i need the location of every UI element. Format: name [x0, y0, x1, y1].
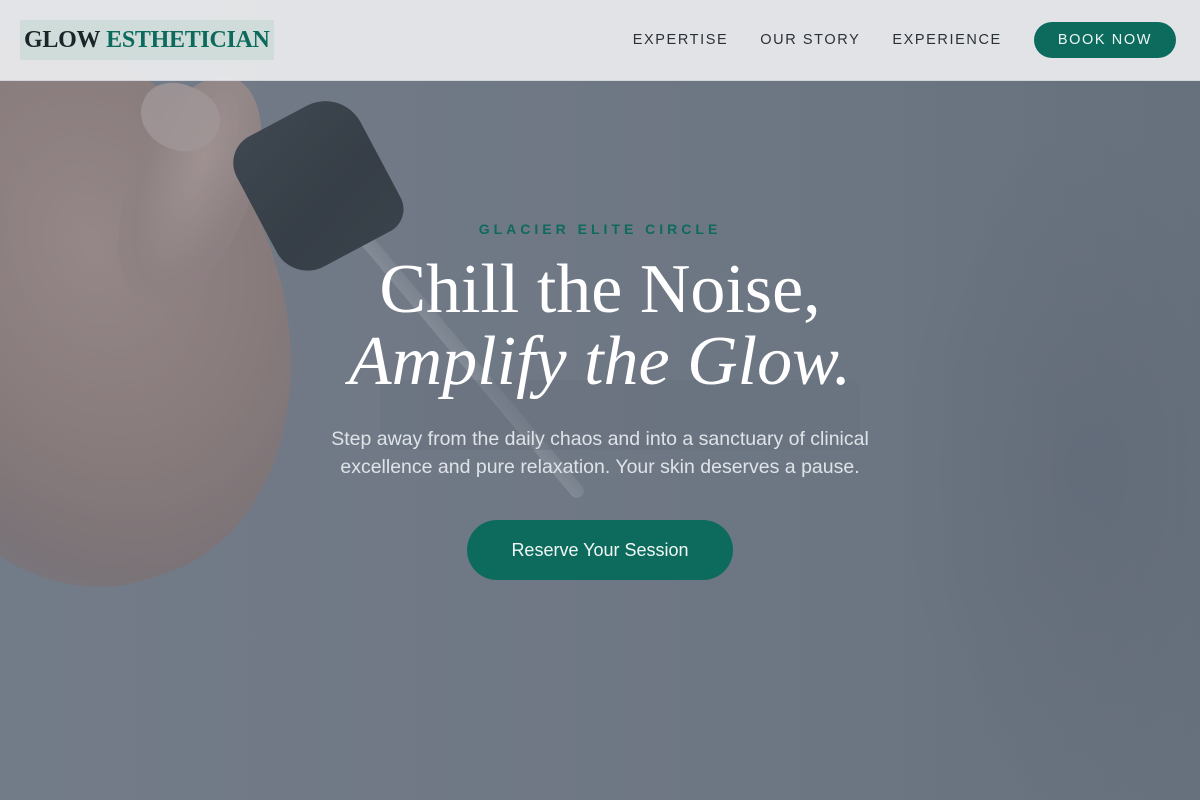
brand-name-part1: GLOW — [24, 26, 101, 53]
hero-overlay — [0, 0, 1200, 800]
brand-name-part2: ESTHETICIAN — [106, 26, 270, 53]
hero-background-image — [0, 0, 1200, 800]
hero-eyebrow: GLACIER ELITE CIRCLE — [478, 221, 722, 237]
main-nav: EXPERTISE OUR STORY EXPERIENCE BOOK NOW — [633, 22, 1176, 58]
reserve-session-button[interactable]: Reserve Your Session — [467, 520, 733, 580]
site-header: GLOW ESTHETICIAN EXPERTISE OUR STORY EXP… — [0, 0, 1200, 81]
nav-link-our-story[interactable]: OUR STORY — [760, 32, 860, 48]
hero-subtext: Step away from the daily chaos and into … — [331, 428, 869, 478]
hero-headline: Chill the Noise, Amplify the Glow. — [0, 254, 1200, 398]
nav-link-expertise[interactable]: EXPERTISE — [633, 32, 729, 48]
headline-line2: Amplify the Glow. — [348, 323, 852, 400]
brand-logo[interactable]: GLOW ESTHETICIAN — [20, 20, 274, 60]
book-now-button[interactable]: BOOK NOW — [1033, 22, 1176, 58]
nav-link-experience[interactable]: EXPERIENCE — [892, 32, 1001, 48]
headline-line1: Chill the Noise, — [379, 251, 821, 328]
